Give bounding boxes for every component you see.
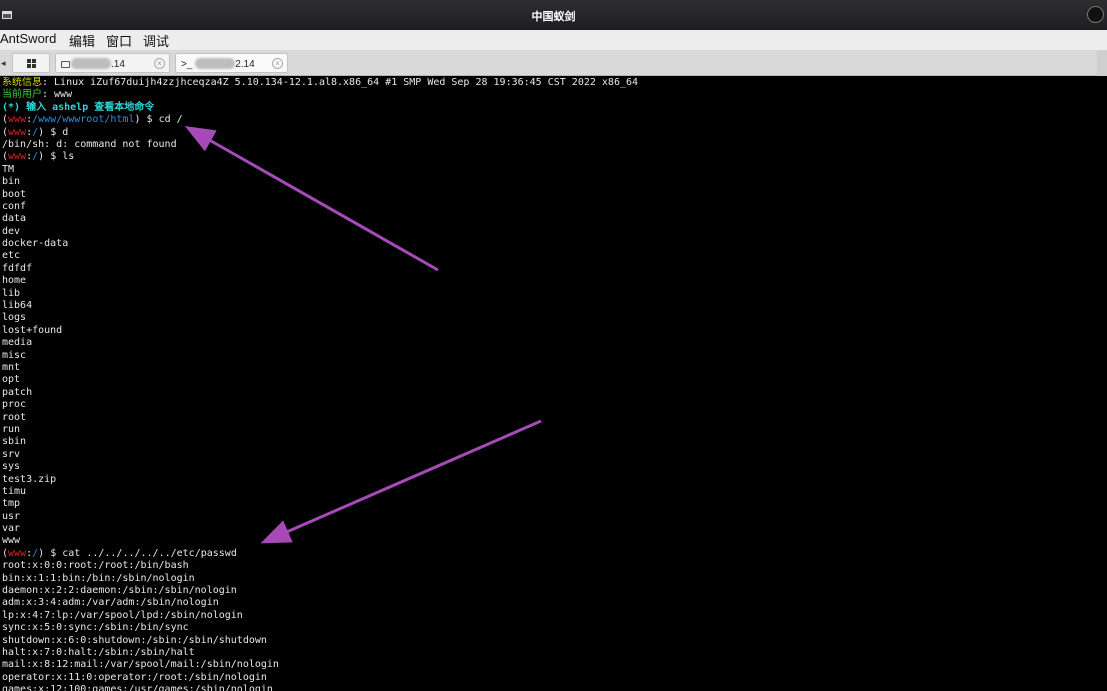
ls-entry: www xyxy=(2,535,21,547)
prompt-path: / xyxy=(32,151,39,163)
ls-entry: opt xyxy=(2,374,21,386)
prompt-path: /www/wwwroot/html xyxy=(32,114,135,126)
prompt-command: d xyxy=(62,126,69,138)
ls-entry: sbin xyxy=(2,436,27,448)
user-value: : www xyxy=(42,89,73,101)
terminal-output[interactable]: 系统信息: Linux iZuf67duijh4zzjhceqza4Z 5.10… xyxy=(0,77,1107,691)
close-icon[interactable]: × xyxy=(272,58,283,69)
passwd-entry: root:x:0:0:root:/root:/bin/bash xyxy=(2,560,189,572)
window-control-button[interactable] xyxy=(1087,6,1104,23)
prompt-command: ls xyxy=(62,151,75,163)
prompt-path: / xyxy=(32,126,39,138)
user-line: 当前用户: www xyxy=(2,89,1107,101)
ls-entry: patch xyxy=(2,386,33,398)
tab-file-manager[interactable]: .14 × xyxy=(55,53,170,73)
menu-edit[interactable]: 编辑 xyxy=(69,31,95,50)
ls-entry: root xyxy=(2,411,27,423)
ls-entry: bin xyxy=(2,176,21,188)
prompt-line: (www:/) $ ls xyxy=(2,151,75,163)
window-title: 中国蚁剑 xyxy=(531,11,576,23)
title-bar: 中国蚁剑 xyxy=(0,0,1107,30)
ls-entry: lost+found xyxy=(2,324,63,336)
sysinfo-line: 系统信息: Linux iZuf67duijh4zzjhceqza4Z 5.10… xyxy=(2,77,1107,89)
passwd-entry: daemon:x:2:2:daemon:/sbin:/sbin/nologin xyxy=(2,585,237,597)
passwd-entry: bin:x:1:1:bin:/bin:/sbin/nologin xyxy=(2,572,195,584)
menu-window[interactable]: 窗口 xyxy=(106,31,132,50)
ls-output: TM bin boot conf data dev docker-data etc fdfdf h… xyxy=(2,164,1107,548)
ls-entry: lib64 xyxy=(2,300,33,312)
prompt-user: www xyxy=(8,126,27,138)
prompt-path: / xyxy=(32,547,39,559)
passwd-entry: games:x:12:100:games:/usr/games:/sbin/no… xyxy=(2,684,273,691)
ls-entry: srv xyxy=(2,448,21,460)
prompt-line: (www:/www/wwwroot/html) $ cd / xyxy=(2,114,183,126)
prompt-user: www xyxy=(8,114,27,126)
prompt-command: cd / xyxy=(158,114,183,126)
menu-debug[interactable]: 调试 xyxy=(143,31,169,50)
passwd-entry: halt:x:7:0:halt:/sbin:/sbin/halt xyxy=(2,646,195,658)
passwd-output: root:x:0:0:root:/root:/bin/bash bin:x:1:1… xyxy=(2,560,1107,691)
ls-entry: media xyxy=(2,337,33,349)
ls-entry: mnt xyxy=(2,361,21,373)
ls-entry: timu xyxy=(2,485,27,497)
ls-entry: etc xyxy=(2,250,21,262)
ls-entry: misc xyxy=(2,349,27,361)
terminal-icon: >_ xyxy=(181,59,193,70)
ls-entry: tmp xyxy=(2,498,21,510)
passwd-entry: shutdown:x:6:0:shutdown:/sbin:/sbin/shut… xyxy=(2,634,267,646)
ls-entry: data xyxy=(2,213,27,225)
tab-bar: ◂ .14 × >_ 2.14 × xyxy=(0,50,1107,76)
ls-entry: fdfdf xyxy=(2,262,33,274)
ls-entry: home xyxy=(2,275,27,287)
ls-entry: TM xyxy=(2,163,15,175)
tab-terminal[interactable]: >_ 2.14 × xyxy=(175,53,288,73)
menu-antsword[interactable]: AntSword xyxy=(0,31,56,46)
ls-entry: dev xyxy=(2,225,21,237)
grid-icon xyxy=(26,58,36,68)
error-line: /bin/sh: d: command not found xyxy=(2,138,177,150)
help-line: (*) 输入 ashelp 查看本地命令 xyxy=(2,101,155,113)
tab-scroll-left-icon[interactable]: ◂ xyxy=(1,58,6,69)
passwd-entry: lp:x:4:7:lp:/var/spool/lpd:/sbin/nologin xyxy=(2,609,243,621)
passwd-entry: mail:x:8:12:mail:/var/spool/mail:/sbin/n… xyxy=(2,659,279,671)
ls-entry: usr xyxy=(2,510,21,522)
prompt-line: (www:/) $ cat ../../../../../etc/passwd xyxy=(2,547,237,559)
redacted-host xyxy=(195,58,236,69)
ls-entry: boot xyxy=(2,188,27,200)
sysinfo-label: 系统信息 xyxy=(2,77,42,88)
tab-terminal-suffix: 2.14 xyxy=(235,59,255,70)
prompt-user: www xyxy=(8,547,27,559)
ls-entry: test3.zip xyxy=(2,473,57,485)
ls-entry: proc xyxy=(2,399,27,411)
ls-entry: logs xyxy=(2,312,27,324)
menu-bar: AntSword 编辑 窗口 调试 xyxy=(0,30,1107,50)
prompt-command: cat ../../../../../etc/passwd xyxy=(62,547,237,559)
tab-file-manager-suffix: .14 xyxy=(111,59,125,70)
sysinfo-value: : Linux iZuf67duijh4zzjhceqza4Z 5.10.134… xyxy=(42,77,639,88)
passwd-entry: sync:x:5:0:sync:/sbin:/bin/sync xyxy=(2,622,189,634)
prompt-line: (www:/) $ d xyxy=(2,126,69,138)
close-icon[interactable]: × xyxy=(154,58,165,69)
passwd-entry: operator:x:11:0:operator:/root:/sbin/nol… xyxy=(2,671,267,683)
prompt-user: www xyxy=(8,151,27,163)
redacted-host xyxy=(71,58,111,69)
user-label: 当前用户 xyxy=(2,89,42,101)
ls-entry: docker-data xyxy=(2,238,69,250)
ls-entry: lib xyxy=(2,287,21,299)
ls-entry: run xyxy=(2,423,21,435)
folder-icon xyxy=(61,61,70,68)
ls-entry: var xyxy=(2,523,21,535)
passwd-entry: adm:x:3:4:adm:/var/adm:/sbin/nologin xyxy=(2,597,219,609)
tab-home[interactable] xyxy=(12,53,50,73)
ls-entry: sys xyxy=(2,461,21,473)
ls-entry: conf xyxy=(2,200,27,212)
tab-scroll-right[interactable] xyxy=(1097,50,1107,76)
